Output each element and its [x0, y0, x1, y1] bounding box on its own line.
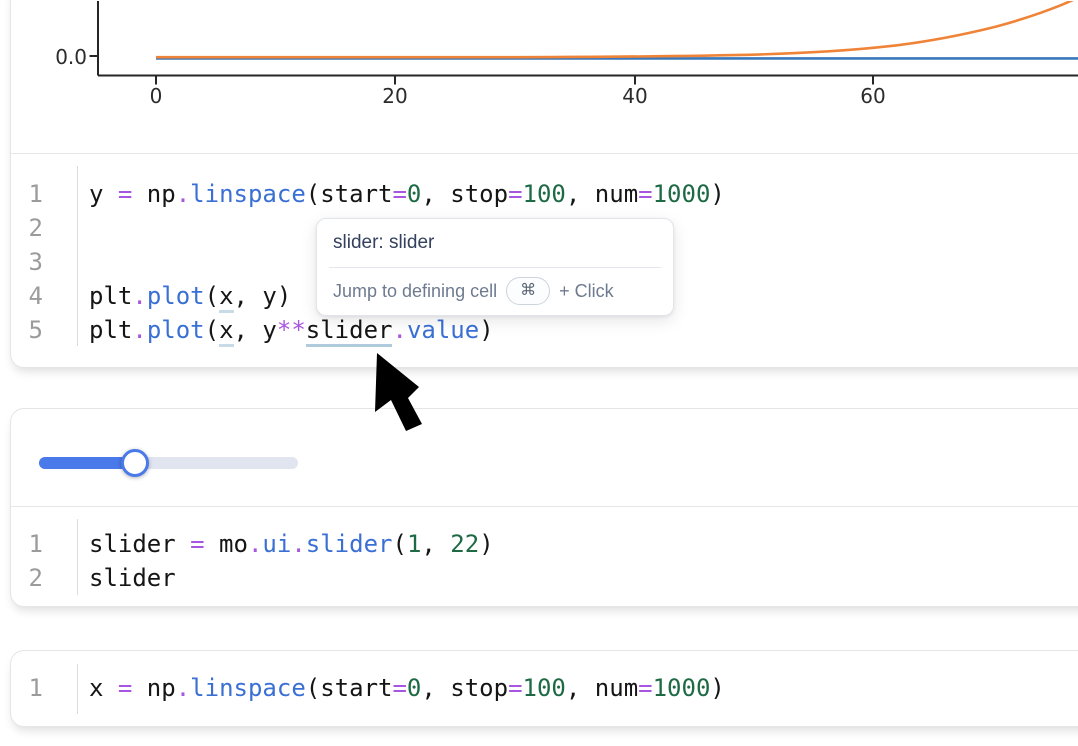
gutter-line-number: 5: [11, 313, 43, 347]
variable-hover-tooltip: slider: slider Jump to defining cell ⌘ +…: [316, 218, 674, 316]
slider-widget[interactable]: [39, 449, 298, 477]
gutter-line-number: 4: [11, 279, 43, 313]
code-line[interactable]: plt.plot(x, y): [89, 279, 291, 313]
command-key-icon: ⌘: [506, 277, 550, 305]
x-tick-label: 0: [150, 84, 163, 108]
tooltip-footer: Jump to defining cell ⌘ + Click: [333, 277, 657, 305]
tooltip-title: slider: slider: [333, 232, 657, 254]
gutter-line-number: 1: [11, 527, 43, 561]
axis-ticks: [90, 56, 874, 85]
code-line[interactable]: slider: [89, 561, 176, 595]
gutter-line-number: 1: [11, 671, 43, 705]
slider-fill: [39, 457, 127, 469]
code-editor[interactable]: 1 slider = mo.ui.slider(1, 22) 2 slider: [11, 507, 1078, 595]
y-tick-label: 0.0: [55, 45, 87, 69]
gutter-line-number: 2: [11, 211, 43, 245]
mouse-cursor-icon: [370, 350, 430, 438]
code-row[interactable]: 2 slider: [11, 561, 1078, 595]
gutter-line-number: 1: [11, 177, 43, 211]
code-row[interactable]: 1 slider = mo.ui.slider(1, 22): [11, 527, 1078, 561]
code-line[interactable]: y = np.linspace(start=0, stop=100, num=1…: [89, 177, 725, 211]
click-hint-label: + Click: [559, 281, 614, 302]
code-line[interactable]: plt.plot(x, y**slider.value): [89, 313, 494, 347]
gutter-line-number: 2: [11, 561, 43, 595]
x-tick-label: 40: [622, 84, 647, 108]
x-tick-label: 20: [382, 84, 407, 108]
notebook-cell-slider: 1 slider = mo.ui.slider(1, 22) 2 slider: [10, 408, 1078, 607]
orange-series-line: [156, 1, 1077, 57]
line-chart: 0.0 0 20 40 60: [11, 1, 1078, 153]
x-tick-label: 60: [860, 84, 885, 108]
notebook-cell-x: 1 x = np.linspace(start=0, stop=100, num…: [10, 650, 1078, 727]
tooltip-divider: [329, 267, 661, 268]
slider-thumb[interactable]: [121, 449, 149, 477]
code-row[interactable]: 5 plt.plot(x, y**slider.value): [11, 313, 1078, 347]
code-editor[interactable]: 1 x = np.linspace(start=0, stop=100, num…: [11, 651, 1078, 705]
jump-to-defining-cell-label: Jump to defining cell: [333, 281, 497, 302]
gutter-line-number: 3: [11, 245, 43, 279]
code-row[interactable]: 1 x = np.linspace(start=0, stop=100, num…: [11, 671, 1078, 705]
code-line[interactable]: slider = mo.ui.slider(1, 22): [89, 527, 494, 561]
code-row[interactable]: 1 y = np.linspace(start=0, stop=100, num…: [11, 177, 1078, 211]
code-line[interactable]: x = np.linspace(start=0, stop=100, num=1…: [89, 671, 725, 705]
